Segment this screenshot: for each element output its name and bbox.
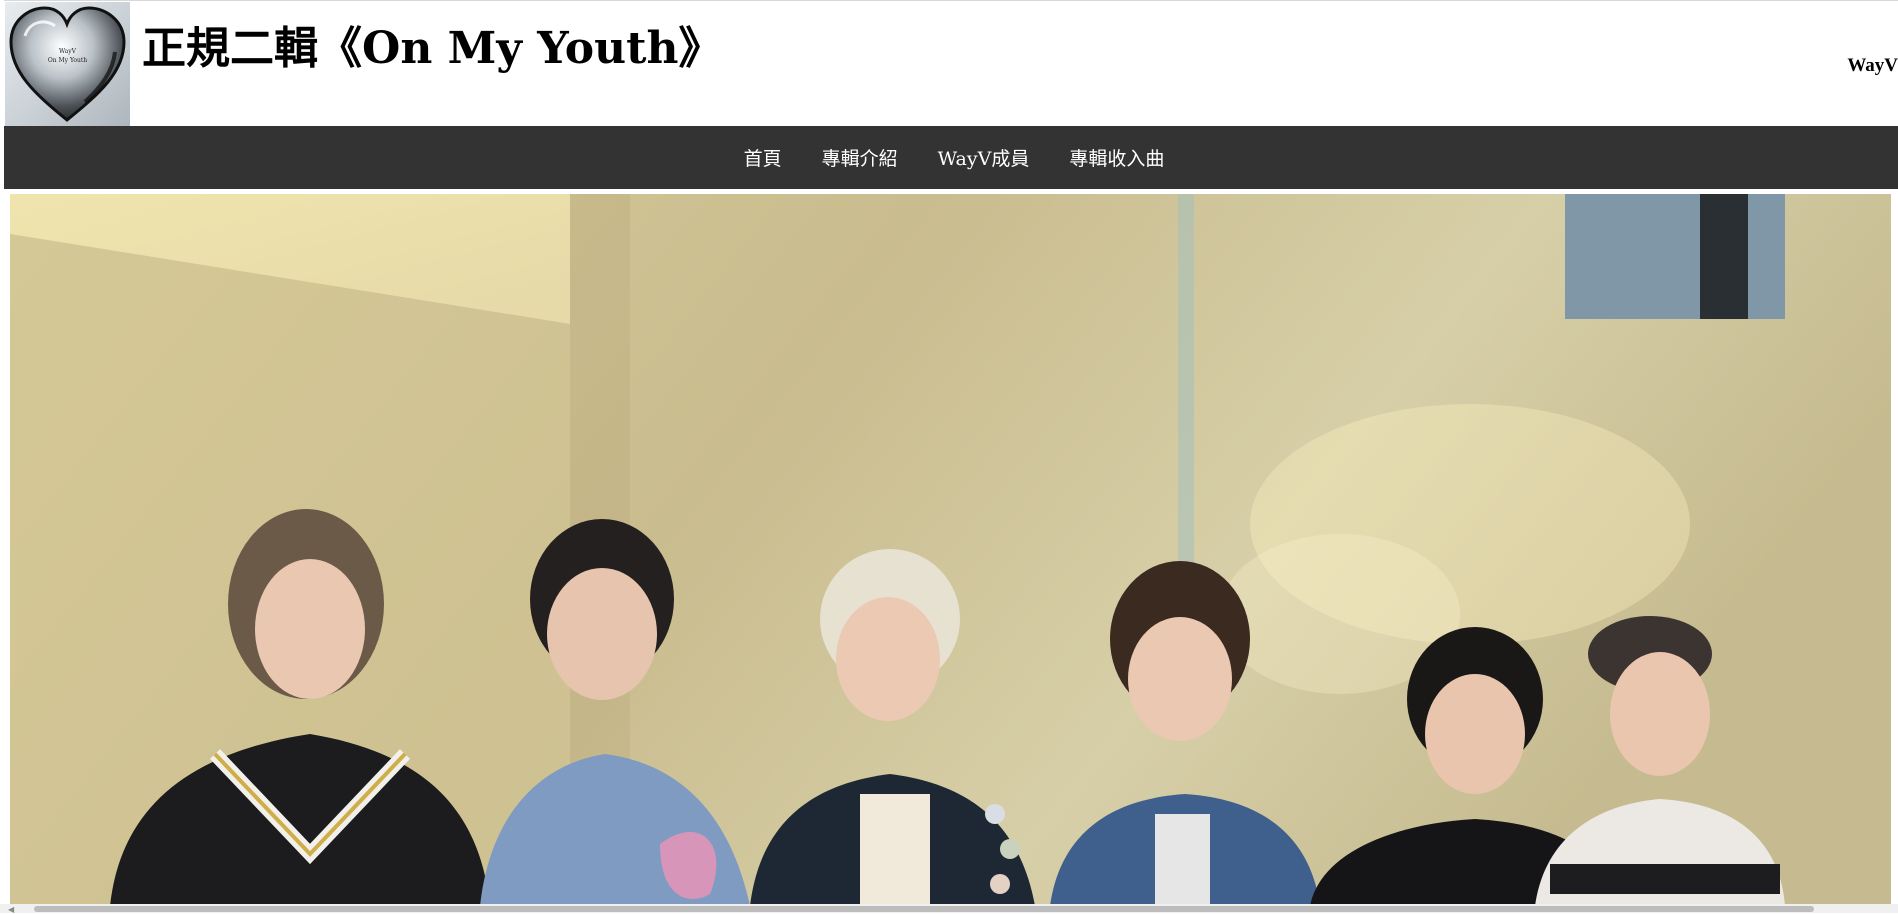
logo-text-brand: WayV: [59, 48, 76, 55]
heart-logo-icon: [9, 6, 126, 122]
logo-text-album: On My Youth: [47, 57, 88, 64]
nav-item-album-intro[interactable]: 專輯介紹: [802, 144, 918, 171]
page-title: 正規二輯《On My Youth》: [142, 23, 723, 74]
hero-group-photo: [10, 194, 1891, 906]
scrollbar-thumb[interactable]: [34, 906, 1814, 912]
main-nav: 首頁 專輯介紹 WayV成員 專輯收入曲: [4, 126, 1898, 189]
nav-item-members[interactable]: WayV成員: [918, 144, 1050, 171]
nav-item-home[interactable]: 首頁: [724, 144, 802, 171]
brand-name: WayV: [1847, 55, 1898, 76]
nav-list: 首頁 專輯介紹 WayV成員 專輯收入曲: [4, 126, 1898, 189]
site-header: WayV On My Youth 正規二輯《On My Youth》 WayV: [4, 0, 1898, 127]
group-photo-image: [10, 194, 1891, 906]
nav-item-tracklist[interactable]: 專輯收入曲: [1049, 144, 1184, 171]
album-logo[interactable]: WayV On My Youth: [5, 2, 130, 127]
